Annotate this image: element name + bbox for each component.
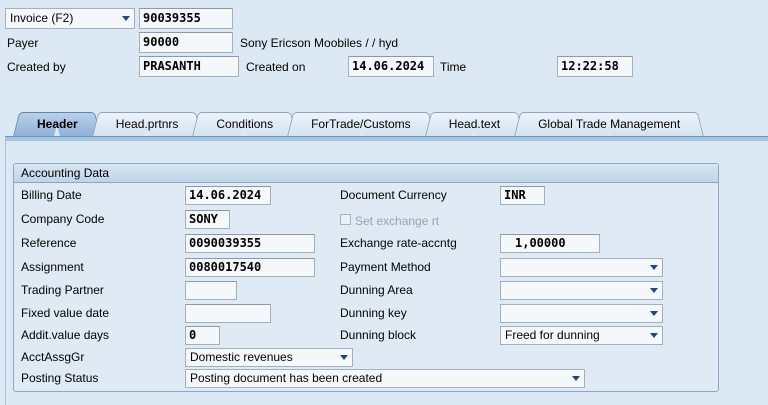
created-by-label: Created by <box>7 58 66 77</box>
tab-global-trade-management[interactable]: Global Trade Management <box>521 112 697 137</box>
payer-name-text: Sony Ericson Moobiles / / hyd <box>240 34 398 53</box>
assignment-field[interactable]: 0080017540 <box>185 258 315 277</box>
tab-conditions[interactable]: Conditions <box>199 112 290 137</box>
dropdown-arrow-icon <box>122 16 130 21</box>
exchange-rate-accntg-field[interactable]: 1,00000 <box>500 234 600 253</box>
dunning-area-select[interactable] <box>500 281 663 300</box>
tab-strip: Header Head.prtnrs Conditions ForTrade/C… <box>20 112 701 137</box>
payment-method-select[interactable] <box>500 258 663 277</box>
tab-head-prtnrs[interactable]: Head.prtnrs <box>99 112 196 137</box>
document-currency-label: Document Currency <box>340 186 447 205</box>
acct-assg-gr-select[interactable]: Domestic revenues <box>185 348 353 367</box>
document-currency-field[interactable]: INR <box>500 186 545 205</box>
assignment-label: Assignment <box>21 258 84 277</box>
set-exchange-rt-checkbox[interactable] <box>340 214 351 225</box>
accounting-data-title: Accounting Data <box>14 164 718 183</box>
trading-partner-label: Trading Partner <box>21 281 104 300</box>
acct-assg-gr-label: AcctAssgGr <box>21 348 84 367</box>
addit-value-days-label: Addit.value days <box>21 326 109 345</box>
invoice-type-value: Invoice (F2) <box>10 10 118 27</box>
created-on-field[interactable]: 14.06.2024 <box>348 56 434 77</box>
invoice-number-field[interactable]: 90039355 <box>139 8 233 29</box>
dropdown-arrow-icon <box>340 355 348 360</box>
company-code-field[interactable]: SONY <box>185 210 230 229</box>
panel-left-edge <box>5 139 6 405</box>
dropdown-arrow-icon <box>650 288 658 293</box>
dunning-block-label: Dunning block <box>340 326 416 345</box>
posting-status-label: Posting Status <box>21 369 98 388</box>
accounting-data-groupbox: Accounting Data Billing Date 14.06.2024 … <box>13 163 719 392</box>
time-field[interactable]: 12:22:58 <box>557 56 633 77</box>
tab-strip-baseline <box>5 136 768 141</box>
fixed-value-date-field[interactable] <box>185 304 271 323</box>
exchange-rate-accntg-label: Exchange rate-accntg <box>340 234 457 253</box>
set-exchange-rt-label: Set exchange rt <box>355 212 439 231</box>
reference-label: Reference <box>21 234 76 253</box>
addit-value-days-field[interactable]: 0 <box>185 326 220 345</box>
dropdown-arrow-icon <box>572 376 580 381</box>
trading-partner-field[interactable] <box>185 281 237 300</box>
fixed-value-date-label: Fixed value date <box>21 304 109 323</box>
dropdown-arrow-icon <box>650 333 658 338</box>
billing-date-label: Billing Date <box>21 186 82 205</box>
dropdown-arrow-icon <box>650 311 658 316</box>
created-on-label: Created on <box>246 58 305 77</box>
tab-fortrade-customs[interactable]: ForTrade/Customs <box>294 112 428 137</box>
invoice-type-combo[interactable]: Invoice (F2) <box>5 8 135 29</box>
company-code-label: Company Code <box>21 210 104 229</box>
time-label: Time <box>440 58 466 77</box>
posting-status-select[interactable]: Posting document has been created <box>185 369 585 388</box>
tab-head-text[interactable]: Head.text <box>432 112 517 137</box>
dunning-key-select[interactable] <box>500 304 663 323</box>
created-by-field[interactable]: PRASANTH <box>139 56 239 77</box>
payer-field[interactable]: 90000 <box>139 32 233 53</box>
payer-label: Payer <box>7 34 38 53</box>
reference-field[interactable]: 0090039355 <box>185 234 315 253</box>
dunning-block-select[interactable]: Freed for dunning <box>500 326 663 345</box>
dunning-area-label: Dunning Area <box>340 281 413 300</box>
dunning-key-label: Dunning key <box>340 304 407 323</box>
dropdown-arrow-icon <box>650 265 658 270</box>
tab-header[interactable]: Header <box>20 112 95 137</box>
payment-method-label: Payment Method <box>340 258 431 277</box>
billing-date-field[interactable]: 14.06.2024 <box>185 186 271 205</box>
